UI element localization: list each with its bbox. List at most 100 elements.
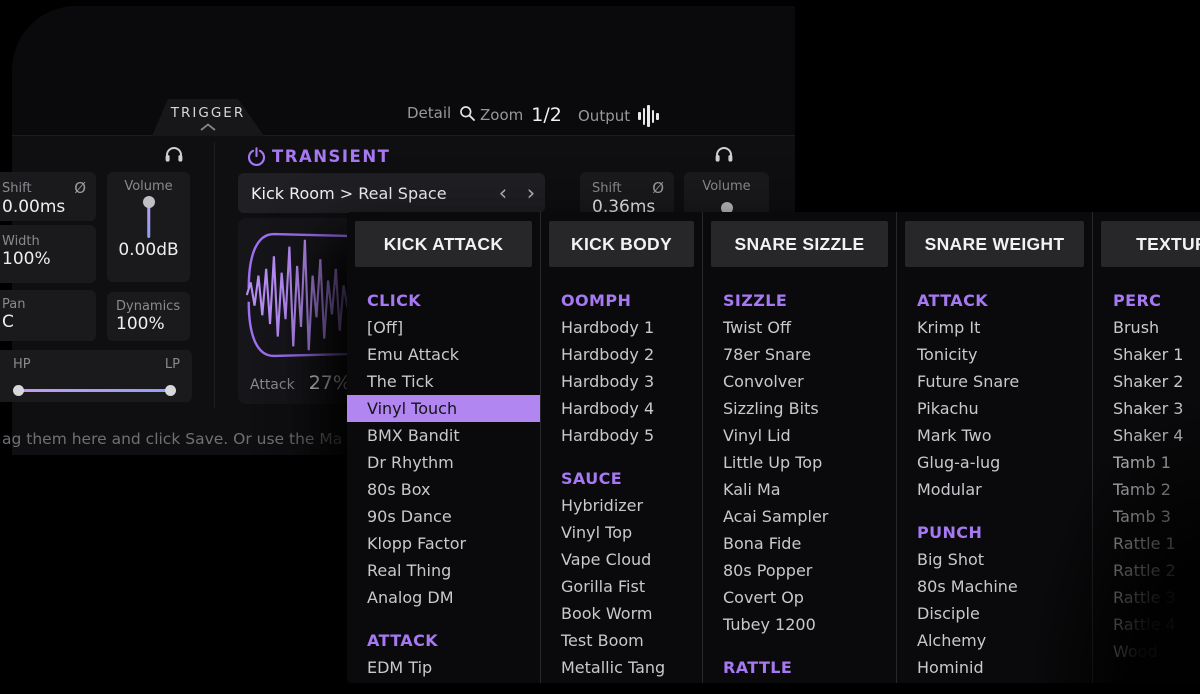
phase-icon[interactable]: Ø <box>74 179 86 197</box>
menu-item[interactable]: 80s Machine <box>897 573 1092 600</box>
menu-item[interactable]: Alchemy <box>897 627 1092 654</box>
pan-value[interactable]: C <box>2 312 86 332</box>
menu-item[interactable]: Hominid <box>897 654 1092 681</box>
menu-item[interactable]: Wood <box>1093 638 1200 665</box>
menu-item[interactable]: Hardbody 1 <box>541 314 702 341</box>
menu-item[interactable]: Acai Sampler <box>703 503 896 530</box>
menu-item[interactable]: Rattle 2 <box>1093 557 1200 584</box>
dynamics-value[interactable]: 100% <box>116 314 190 334</box>
filter-slider-track <box>17 389 170 392</box>
menu-item[interactable]: Vinyl Top <box>541 519 702 546</box>
menu-item[interactable]: 80s Popper <box>703 557 896 584</box>
shift-value[interactable]: 0.00ms <box>2 197 86 217</box>
menu-column-header-kick-body[interactable]: KICK BODY <box>549 221 694 267</box>
menu-item[interactable]: Metallic Tang <box>541 654 702 681</box>
menu-item[interactable]: 80s Box <box>347 476 540 503</box>
attack-value[interactable]: 27% <box>309 372 351 394</box>
shift-label: Shift <box>592 181 622 196</box>
headphones-icon[interactable] <box>714 144 734 163</box>
menu-item[interactable]: Big Shot <box>897 546 1092 573</box>
menu-item[interactable]: EDM Tip <box>347 654 540 681</box>
menu-item[interactable]: 78er Snare <box>703 341 896 368</box>
pan-param[interactable]: Pan C <box>0 290 96 341</box>
detail-button[interactable]: Detail <box>407 104 476 122</box>
menu-item[interactable]: Rattle 1 <box>1093 530 1200 557</box>
volume-param[interactable]: Volume 0.00dB <box>107 172 190 282</box>
menu-item[interactable]: Little Up Top <box>703 449 896 476</box>
menu-item[interactable]: Hybridizer <box>541 492 702 519</box>
menu-item[interactable]: Covert Op <box>703 584 896 611</box>
menu-item[interactable]: Hardbody 3 <box>541 368 702 395</box>
shift-param[interactable]: Shift Ø 0.00ms <box>0 172 96 221</box>
menu-item[interactable]: Pikachu <box>897 395 1092 422</box>
menu-item[interactable]: The Tick <box>347 368 540 395</box>
menu-column-texture: TEXTUREPERCBrushShaker 1Shaker 2Shaker 3… <box>1093 212 1200 683</box>
menu-item[interactable]: Modular <box>897 476 1092 503</box>
menu-item[interactable]: Hardbody 4 <box>541 395 702 422</box>
menu-item[interactable]: Book Worm <box>541 600 702 627</box>
menu-item[interactable]: Shaker 4 <box>1093 422 1200 449</box>
menu-item[interactable]: Future Snare <box>897 368 1092 395</box>
menu-item[interactable]: Rattle 4 <box>1093 611 1200 638</box>
phase-icon[interactable]: Ø <box>652 179 664 197</box>
menu-item[interactable]: Tamb 3 <box>1093 503 1200 530</box>
menu-item[interactable]: Brush <box>1093 314 1200 341</box>
volume-value[interactable]: 0.00dB <box>107 240 190 260</box>
volume-slider[interactable] <box>107 196 190 240</box>
menu-item[interactable]: Kali Ma <box>703 476 896 503</box>
menu-item[interactable]: Vinyl Touch <box>347 395 540 422</box>
menu-item[interactable]: Klopp Factor <box>347 530 540 557</box>
menu-item[interactable]: Vape Cloud <box>541 546 702 573</box>
dynamics-param[interactable]: Dynamics 100% <box>107 292 190 341</box>
menu-item[interactable]: Tonicity <box>897 341 1092 368</box>
menu-item[interactable]: Test Boom <box>541 627 702 654</box>
menu-item[interactable]: 90s Dance <box>347 503 540 530</box>
menu-item[interactable]: Tubey 1200 <box>703 611 896 638</box>
preset-selector[interactable]: Kick Room > Real Space ‹ › <box>238 173 545 213</box>
menu-item[interactable]: Analog DM <box>347 584 540 611</box>
volume-slider-handle[interactable] <box>143 196 155 208</box>
output-label: Output <box>578 107 630 125</box>
filter-slider[interactable] <box>13 381 180 399</box>
menu-item[interactable]: Hardbody 2 <box>541 341 702 368</box>
menu-column-header-snare-weight[interactable]: SNARE WEIGHT <box>905 221 1084 267</box>
menu-item[interactable]: Sizzling Bits <box>703 395 896 422</box>
menu-item[interactable]: [Off] <box>347 314 540 341</box>
menu-item[interactable]: Tamb 2 <box>1093 476 1200 503</box>
menu-item[interactable]: Glug-a-lug <box>897 449 1092 476</box>
menu-item[interactable]: BMX Bandit <box>347 422 540 449</box>
menu-item[interactable]: Twist Off <box>703 314 896 341</box>
menu-item[interactable]: Tamb 1 <box>1093 449 1200 476</box>
menu-item[interactable]: Krimp It <box>897 314 1092 341</box>
menu-column-header-snare-sizzle[interactable]: SNARE SIZZLE <box>711 221 888 267</box>
output-button[interactable]: Output <box>578 104 659 128</box>
preset-next-button[interactable]: › <box>517 181 545 205</box>
zoom-control[interactable]: Zoom 1/2 <box>480 104 562 126</box>
lp-slider-handle[interactable] <box>165 385 176 396</box>
shift-label: Shift <box>2 181 32 196</box>
menu-item[interactable]: Hardbody 5 <box>541 422 702 449</box>
menu-item-list: ATTACKKrimp ItTonicityFuture SnarePikach… <box>897 267 1092 681</box>
headphones-icon[interactable] <box>164 144 184 163</box>
hp-slider-handle[interactable] <box>13 385 24 396</box>
menu-item[interactable]: Convolver <box>703 368 896 395</box>
menu-item[interactable]: Mark Two <box>897 422 1092 449</box>
menu-item[interactable]: Shaker 3 <box>1093 395 1200 422</box>
width-param[interactable]: Width 100% <box>0 225 96 283</box>
menu-item[interactable]: Vinyl Lid <box>703 422 896 449</box>
menu-column-header-texture[interactable]: TEXTURE <box>1101 221 1200 267</box>
menu-item[interactable]: Shaker 1 <box>1093 341 1200 368</box>
menu-item[interactable]: Gorilla Fist <box>541 573 702 600</box>
menu-item[interactable]: Shaker 2 <box>1093 368 1200 395</box>
menu-item[interactable]: Emu Attack <box>347 341 540 368</box>
filter-param[interactable]: HP LP <box>0 350 192 402</box>
preset-prev-button[interactable]: ‹ <box>489 181 517 205</box>
menu-item[interactable]: Bona Fide <box>703 530 896 557</box>
width-value[interactable]: 100% <box>2 249 86 269</box>
menu-item[interactable]: Dr Rhythm <box>347 449 540 476</box>
power-icon[interactable] <box>247 147 266 166</box>
menu-item[interactable]: Disciple <box>897 600 1092 627</box>
menu-item[interactable]: Real Thing <box>347 557 540 584</box>
menu-item[interactable]: Rattle 3 <box>1093 584 1200 611</box>
menu-column-header-kick-attack[interactable]: KICK ATTACK <box>355 221 532 267</box>
